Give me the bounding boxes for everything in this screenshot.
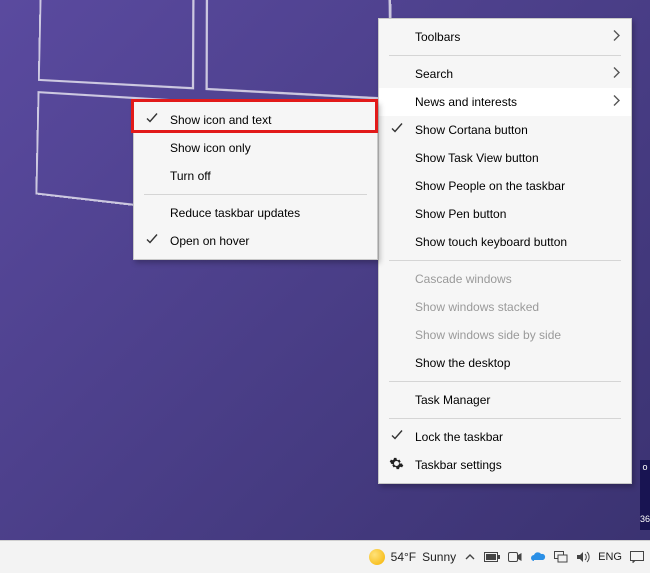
menu-separator — [389, 381, 621, 382]
menu-separator — [389, 55, 621, 56]
check-icon — [146, 113, 158, 128]
menu-show-people[interactable]: Show People on the taskbar — [379, 172, 631, 200]
volume-icon[interactable] — [576, 551, 590, 563]
menu-separator — [389, 418, 621, 419]
menu-label: Reduce taskbar updates — [170, 206, 300, 220]
menu-label: Show Pen button — [415, 207, 506, 221]
menu-label: Cascade windows — [415, 272, 512, 286]
submenu-show-icon-text[interactable]: Show icon and text — [134, 106, 377, 134]
edge-text-1: o — [640, 462, 650, 472]
menu-cascade-windows: Cascade windows — [379, 265, 631, 293]
language-indicator[interactable]: ENG — [598, 551, 622, 563]
menu-label: Toolbars — [415, 30, 460, 44]
news-interests-submenu: Show icon and text Show icon only Turn o… — [133, 101, 378, 260]
background-window-edge: o 36 — [640, 460, 650, 530]
menu-taskbar-settings[interactable]: Taskbar settings — [379, 451, 631, 479]
menu-separator — [389, 260, 621, 261]
menu-label: Lock the taskbar — [415, 430, 503, 444]
check-icon — [391, 123, 403, 138]
chevron-right-icon — [613, 67, 621, 82]
chevron-right-icon — [613, 30, 621, 45]
menu-label: Search — [415, 67, 453, 81]
menu-label: Show icon and text — [170, 113, 271, 127]
network-icon[interactable] — [554, 551, 568, 563]
system-tray: ENG — [464, 551, 644, 563]
menu-label: Taskbar settings — [415, 458, 502, 472]
meet-now-icon[interactable] — [508, 551, 522, 563]
menu-toolbars[interactable]: Toolbars — [379, 23, 631, 51]
edge-text-2: 36 — [640, 514, 650, 524]
menu-label: Show windows stacked — [415, 300, 539, 314]
menu-lock-taskbar[interactable]: Lock the taskbar — [379, 423, 631, 451]
menu-label: Show the desktop — [415, 356, 510, 370]
menu-label: Turn off — [170, 169, 211, 183]
onedrive-icon[interactable] — [530, 552, 546, 562]
weather-condition: Sunny — [422, 550, 456, 564]
submenu-turn-off[interactable]: Turn off — [134, 162, 377, 190]
gear-icon — [389, 456, 404, 474]
menu-show-touch-keyboard[interactable]: Show touch keyboard button — [379, 228, 631, 256]
menu-search[interactable]: Search — [379, 60, 631, 88]
menu-show-taskview[interactable]: Show Task View button — [379, 144, 631, 172]
menu-label: Show People on the taskbar — [415, 179, 565, 193]
menu-label: News and interests — [415, 95, 517, 109]
taskbar-context-menu: Toolbars Search News and interests Show … — [378, 18, 632, 484]
menu-label: Show icon only — [170, 141, 251, 155]
check-icon — [391, 430, 403, 445]
menu-label: Open on hover — [170, 234, 249, 248]
menu-label: Show touch keyboard button — [415, 235, 567, 249]
menu-stacked-windows: Show windows stacked — [379, 293, 631, 321]
sun-icon — [369, 549, 385, 565]
taskbar[interactable]: 54°F Sunny ENG — [0, 540, 650, 573]
weather-widget[interactable]: 54°F Sunny — [369, 549, 457, 565]
menu-show-cortana[interactable]: Show Cortana button — [379, 116, 631, 144]
menu-separator — [144, 194, 367, 195]
menu-label: Show windows side by side — [415, 328, 561, 342]
menu-show-pen[interactable]: Show Pen button — [379, 200, 631, 228]
menu-task-manager[interactable]: Task Manager — [379, 386, 631, 414]
menu-news-and-interests[interactable]: News and interests — [379, 88, 631, 116]
menu-label: Show Task View button — [415, 151, 539, 165]
menu-show-desktop[interactable]: Show the desktop — [379, 349, 631, 377]
submenu-open-on-hover[interactable]: Open on hover — [134, 227, 377, 255]
battery-icon[interactable] — [484, 552, 500, 562]
submenu-reduce-updates[interactable]: Reduce taskbar updates — [134, 199, 377, 227]
action-center-icon[interactable] — [630, 551, 644, 563]
menu-label: Show Cortana button — [415, 123, 528, 137]
menu-label: Task Manager — [415, 393, 490, 407]
tray-overflow-icon[interactable] — [464, 551, 476, 563]
chevron-right-icon — [613, 95, 621, 110]
check-icon — [146, 234, 158, 249]
menu-side-by-side: Show windows side by side — [379, 321, 631, 349]
weather-temperature: 54°F — [391, 550, 416, 564]
submenu-show-icon-only[interactable]: Show icon only — [134, 134, 377, 162]
